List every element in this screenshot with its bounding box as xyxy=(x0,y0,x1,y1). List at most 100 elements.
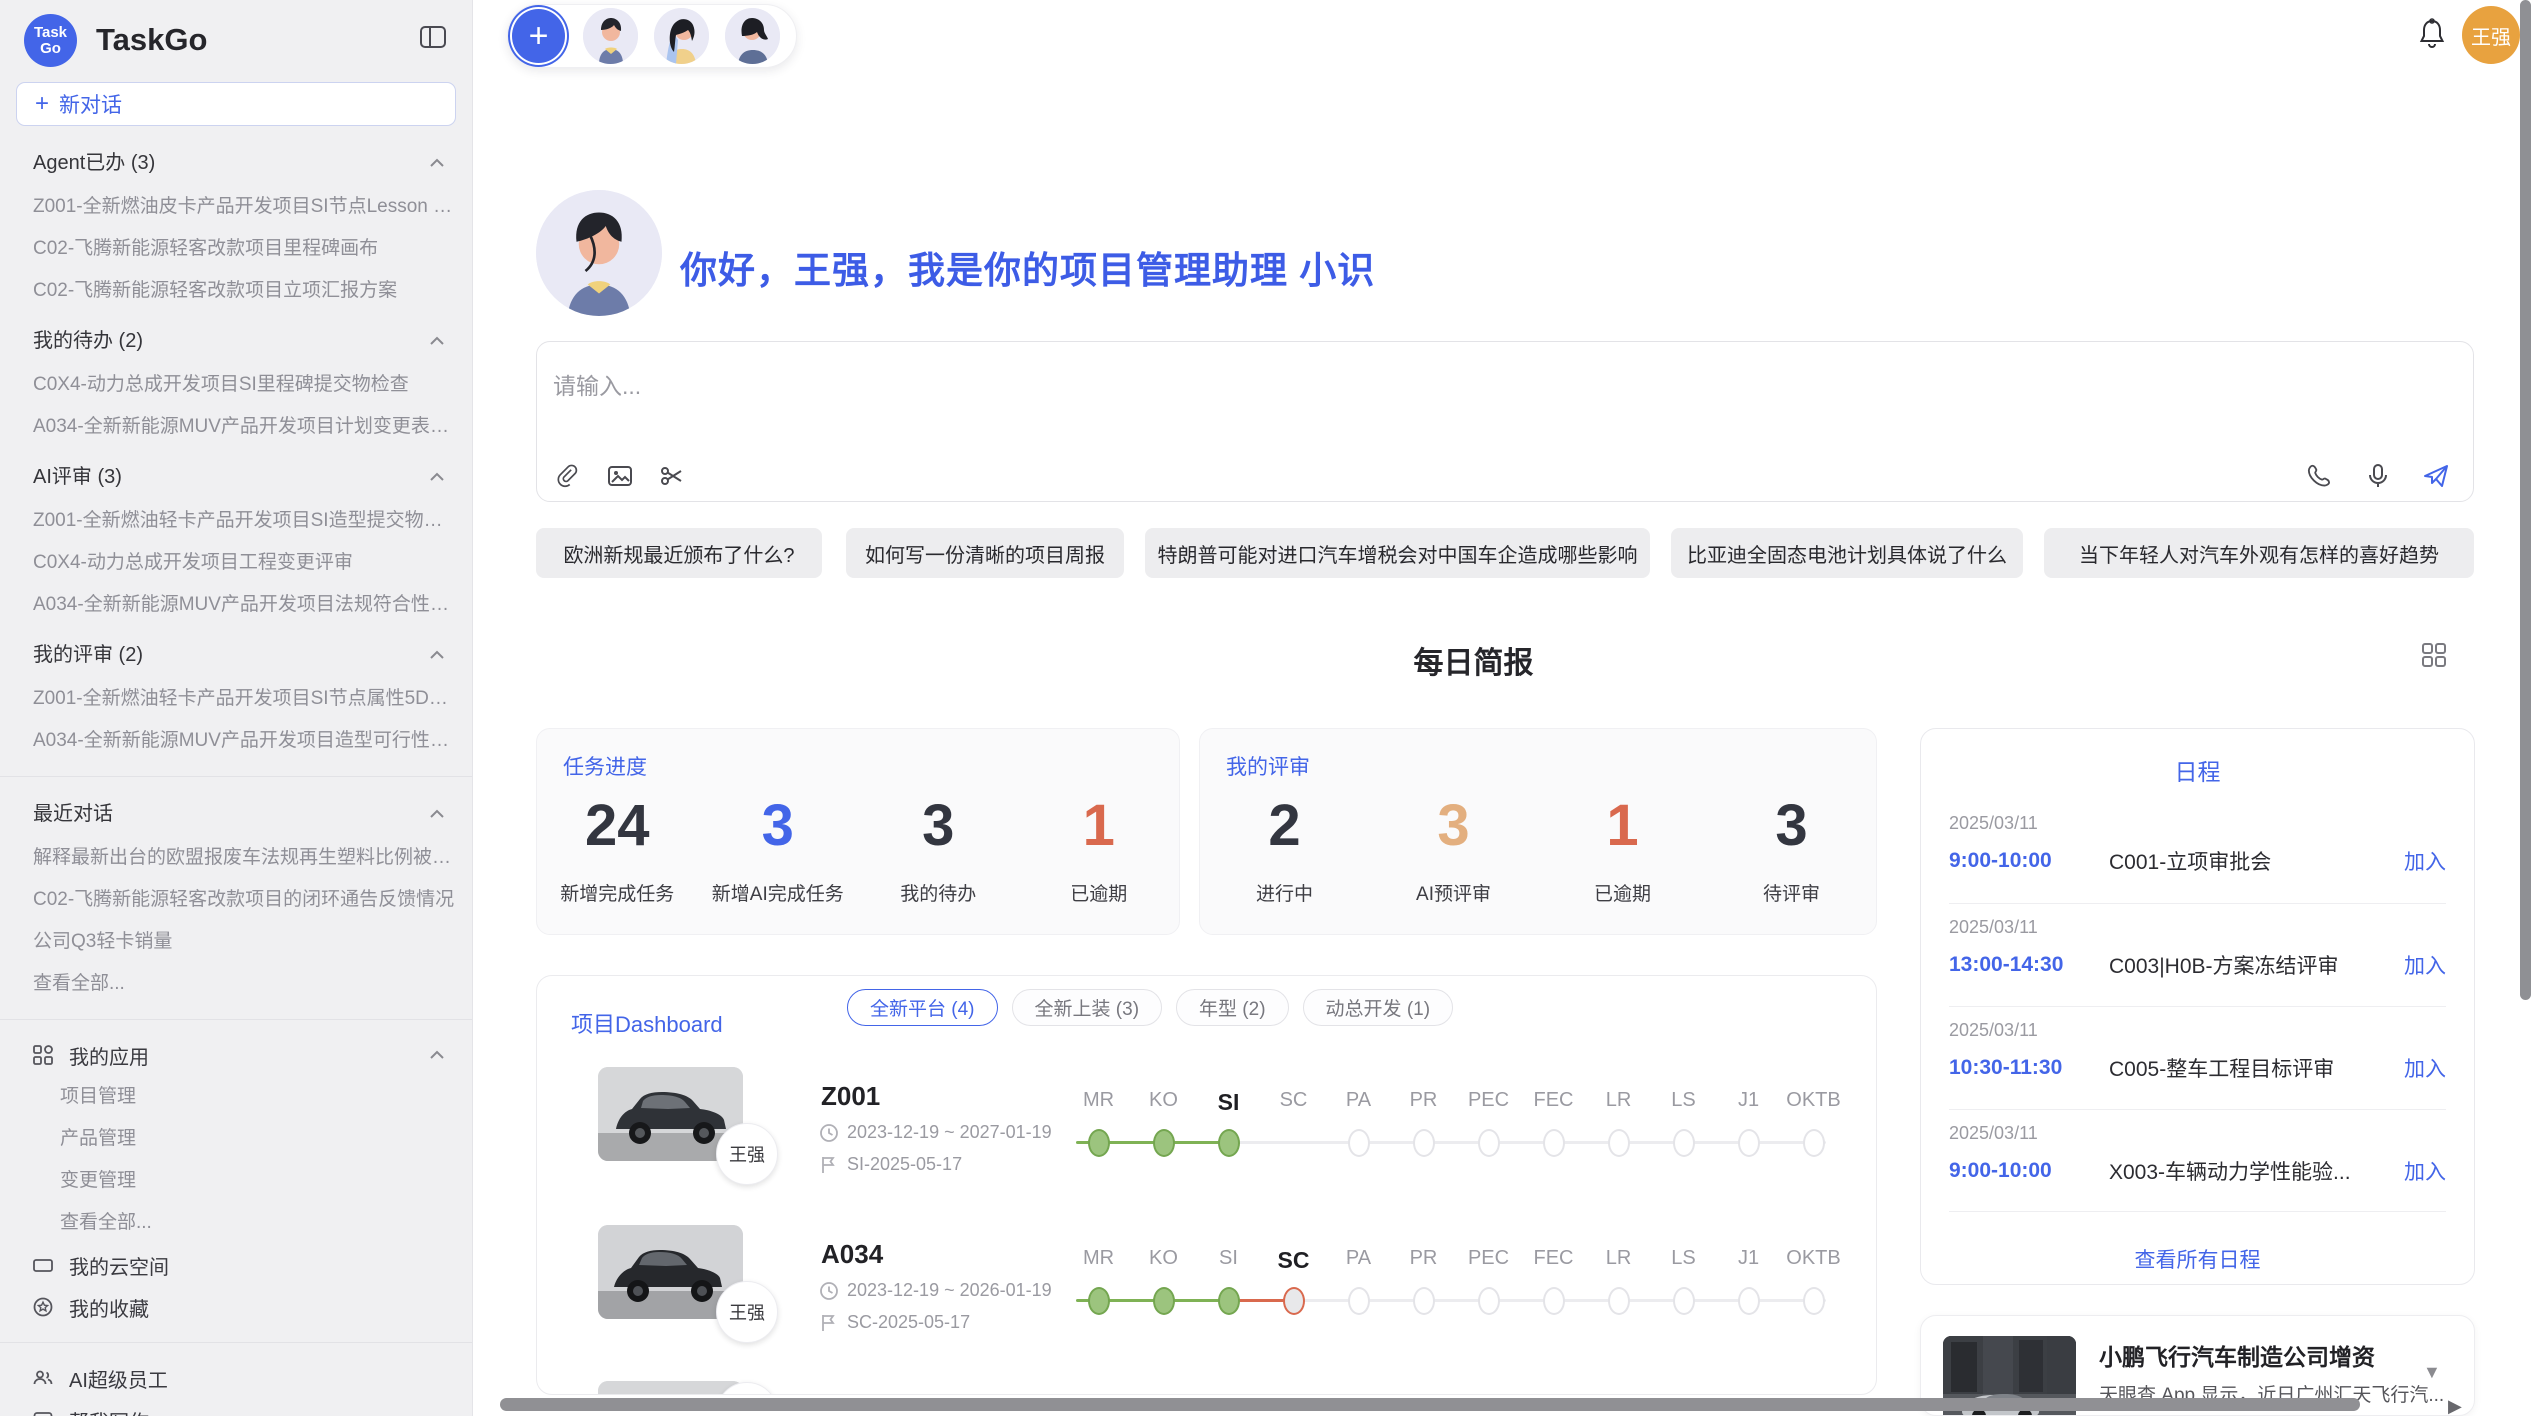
milestone-label: KO xyxy=(1149,1089,1178,1111)
chat-input[interactable] xyxy=(553,356,1953,416)
milestone-dot[interactable] xyxy=(1608,1287,1630,1315)
chevron-up-icon[interactable] xyxy=(428,468,446,486)
horizontal-scrollbar-thumb[interactable] xyxy=(500,1398,2360,1411)
milestone-dot[interactable] xyxy=(1153,1287,1175,1315)
milestone-label: LR xyxy=(1606,1089,1632,1111)
stat-in-progress: 2进行中 xyxy=(1200,791,1369,906)
join-link[interactable]: 加入 xyxy=(2404,950,2446,980)
milestone-dot[interactable] xyxy=(1543,1129,1565,1157)
project-code[interactable]: Z001 xyxy=(821,1081,880,1112)
schedule-title: 日程 xyxy=(1921,753,2474,787)
conversation-item[interactable]: A034-全新新能源MUV产品开发项目法规符合性评审 xyxy=(0,584,472,626)
add-agent-button[interactable]: + xyxy=(510,7,567,65)
milestone-dot[interactable] xyxy=(1478,1129,1500,1157)
conversation-item[interactable]: C02-飞腾新能源轻客改款项目里程碑画布 xyxy=(0,228,472,270)
conversation-item[interactable]: C02-飞腾新能源轻客改款项目立项汇报方案 xyxy=(0,270,472,312)
agent-avatar[interactable] xyxy=(654,8,709,64)
daily-brief-title: 每日简报 xyxy=(473,638,2474,682)
tab-new-platform[interactable]: 全新平台 (4) xyxy=(847,989,998,1026)
scroll-down-arrow-icon[interactable]: ▼ xyxy=(2423,1362,2441,1383)
user-avatar[interactable]: 王强 xyxy=(2462,6,2520,64)
conversation-item[interactable]: A034-全新新能源MUV产品开发项目计划变更表编写 xyxy=(0,406,472,448)
milestone-dot[interactable] xyxy=(1608,1129,1630,1157)
conversation-item[interactable]: A034-全新新能源MUV产品开发项目造型可行性评审 xyxy=(0,720,472,762)
event-time: 13:00-14:30 xyxy=(1949,953,2109,977)
sidebar-item-cloud-space[interactable]: 我的云空间 xyxy=(0,1244,472,1286)
sidebar-item-help-me-write[interactable]: 帮我写作 xyxy=(0,1399,472,1416)
vertical-scrollbar[interactable] xyxy=(2520,0,2531,1416)
scroll-right-arrow-icon[interactable]: ▶ xyxy=(2448,1396,2462,1416)
milestone-dot[interactable] xyxy=(1088,1129,1110,1157)
milestone-dot[interactable] xyxy=(1543,1287,1565,1315)
recent-chat-item[interactable]: C02-飞腾新能源轻客改款项目的闭环通告反馈情况 xyxy=(0,879,472,921)
milestone-dot[interactable] xyxy=(1413,1287,1435,1315)
chevron-up-icon[interactable] xyxy=(428,154,446,172)
microphone-icon[interactable] xyxy=(2365,463,2391,489)
vertical-scrollbar-thumb[interactable] xyxy=(2520,0,2531,1000)
recent-chat-item[interactable]: 公司Q3轻卡销量 xyxy=(0,921,472,963)
sidebar-item-product-mgmt[interactable]: 产品管理 xyxy=(0,1118,472,1160)
sidebar-collapse-icon[interactable] xyxy=(420,24,446,50)
recent-chat-item[interactable]: 解释最新出台的欧盟报废车法规再生塑料比例被调至15%... xyxy=(0,837,472,879)
new-chat-button[interactable]: + 新对话 xyxy=(16,82,456,126)
tab-powertrain[interactable]: 动总开发 (1) xyxy=(1303,989,1454,1026)
chevron-up-icon[interactable] xyxy=(428,332,446,350)
layout-grid-icon[interactable] xyxy=(2421,642,2447,668)
suggestion-chip[interactable]: 如何写一份清晰的项目周报 xyxy=(846,528,1124,578)
paperclip-icon[interactable] xyxy=(555,463,581,489)
sidebar-item-project-mgmt[interactable]: 项目管理 xyxy=(0,1076,472,1118)
milestone-dot[interactable] xyxy=(1088,1287,1110,1315)
milestone-dot[interactable] xyxy=(1348,1129,1370,1157)
conversation-item[interactable]: C0X4-动力总成开发项目工程变更评审 xyxy=(0,542,472,584)
milestone-dot[interactable] xyxy=(1348,1287,1370,1315)
milestone-label: SI xyxy=(1219,1247,1238,1269)
milestone-dot[interactable] xyxy=(1803,1129,1825,1157)
sidebar-item-my-apps[interactable]: 我的应用 xyxy=(0,1034,472,1076)
join-link[interactable]: 加入 xyxy=(2404,1053,2446,1083)
milestone-dot-overdue[interactable] xyxy=(1283,1287,1305,1315)
milestone-dot[interactable] xyxy=(1673,1287,1695,1315)
apps-view-all[interactable]: 查看全部... xyxy=(0,1202,472,1244)
notification-bell-icon[interactable] xyxy=(2417,18,2447,50)
tab-new-body[interactable]: 全新上装 (3) xyxy=(1012,989,1163,1026)
sidebar-item-ai-super-staff[interactable]: AI超级员工 xyxy=(0,1357,472,1399)
assistant-avatar xyxy=(536,190,662,316)
view-all-schedule-link[interactable]: 查看所有日程 xyxy=(1921,1244,2474,1274)
send-icon[interactable] xyxy=(2423,463,2449,489)
milestone-dot[interactable] xyxy=(1218,1287,1240,1315)
conversation-item[interactable]: Z001-全新燃油轻卡产品开发项目SI节点属性5D文件评审 xyxy=(0,678,472,720)
milestone-dot[interactable] xyxy=(1738,1129,1760,1157)
suggestion-chip[interactable]: 当下年轻人对汽车外观有怎样的喜好趋势 xyxy=(2044,528,2474,578)
milestone-dot[interactable] xyxy=(1153,1129,1175,1157)
milestone-dot[interactable] xyxy=(1803,1287,1825,1315)
milestone-dot[interactable] xyxy=(1673,1129,1695,1157)
sidebar-item-change-mgmt[interactable]: 变更管理 xyxy=(0,1160,472,1202)
chevron-up-icon[interactable] xyxy=(428,805,446,823)
agent-avatar[interactable] xyxy=(583,8,638,64)
suggestion-chip[interactable]: 欧洲新规最近颁布了什么? xyxy=(536,528,822,578)
project-flag-date: SC-2025-05-17 xyxy=(819,1312,970,1333)
horizontal-scrollbar[interactable] xyxy=(500,1398,2450,1411)
conversation-item[interactable]: Z001-全新燃油皮卡产品开发项目SI节点Lesson Learn报告 xyxy=(0,186,472,228)
tab-year-model[interactable]: 年型 (2) xyxy=(1176,989,1289,1026)
sidebar-item-favorites[interactable]: 我的收藏 xyxy=(0,1286,472,1328)
milestone-dot[interactable] xyxy=(1413,1129,1435,1157)
chevron-up-icon[interactable] xyxy=(428,1046,446,1064)
suggestion-chip[interactable]: 比亚迪全固态电池计划具体说了什么 xyxy=(1671,528,2023,578)
join-link[interactable]: 加入 xyxy=(2404,846,2446,876)
conversation-item[interactable]: C0X4-动力总成开发项目SI里程碑提交物检查 xyxy=(0,364,472,406)
conversation-item[interactable]: Z001-全新燃油轻卡产品开发项目SI造型提交物评审 xyxy=(0,500,472,542)
scissors-icon[interactable] xyxy=(659,463,685,489)
agent-avatar[interactable] xyxy=(725,8,780,64)
milestone-dot[interactable] xyxy=(1478,1287,1500,1315)
recent-view-all[interactable]: 查看全部... xyxy=(0,963,472,1005)
chevron-up-icon[interactable] xyxy=(428,646,446,664)
project-code[interactable]: A034 xyxy=(821,1239,883,1270)
phone-icon[interactable] xyxy=(2307,463,2333,489)
image-icon[interactable] xyxy=(607,463,633,489)
event-time: 10:30-11:30 xyxy=(1949,1056,2109,1080)
suggestion-chip[interactable]: 特朗普可能对进口汽车增税会对中国车企造成哪些影响 xyxy=(1145,528,1650,578)
milestone-dot[interactable] xyxy=(1218,1129,1240,1157)
join-link[interactable]: 加入 xyxy=(2404,1156,2446,1186)
milestone-dot[interactable] xyxy=(1738,1287,1760,1315)
